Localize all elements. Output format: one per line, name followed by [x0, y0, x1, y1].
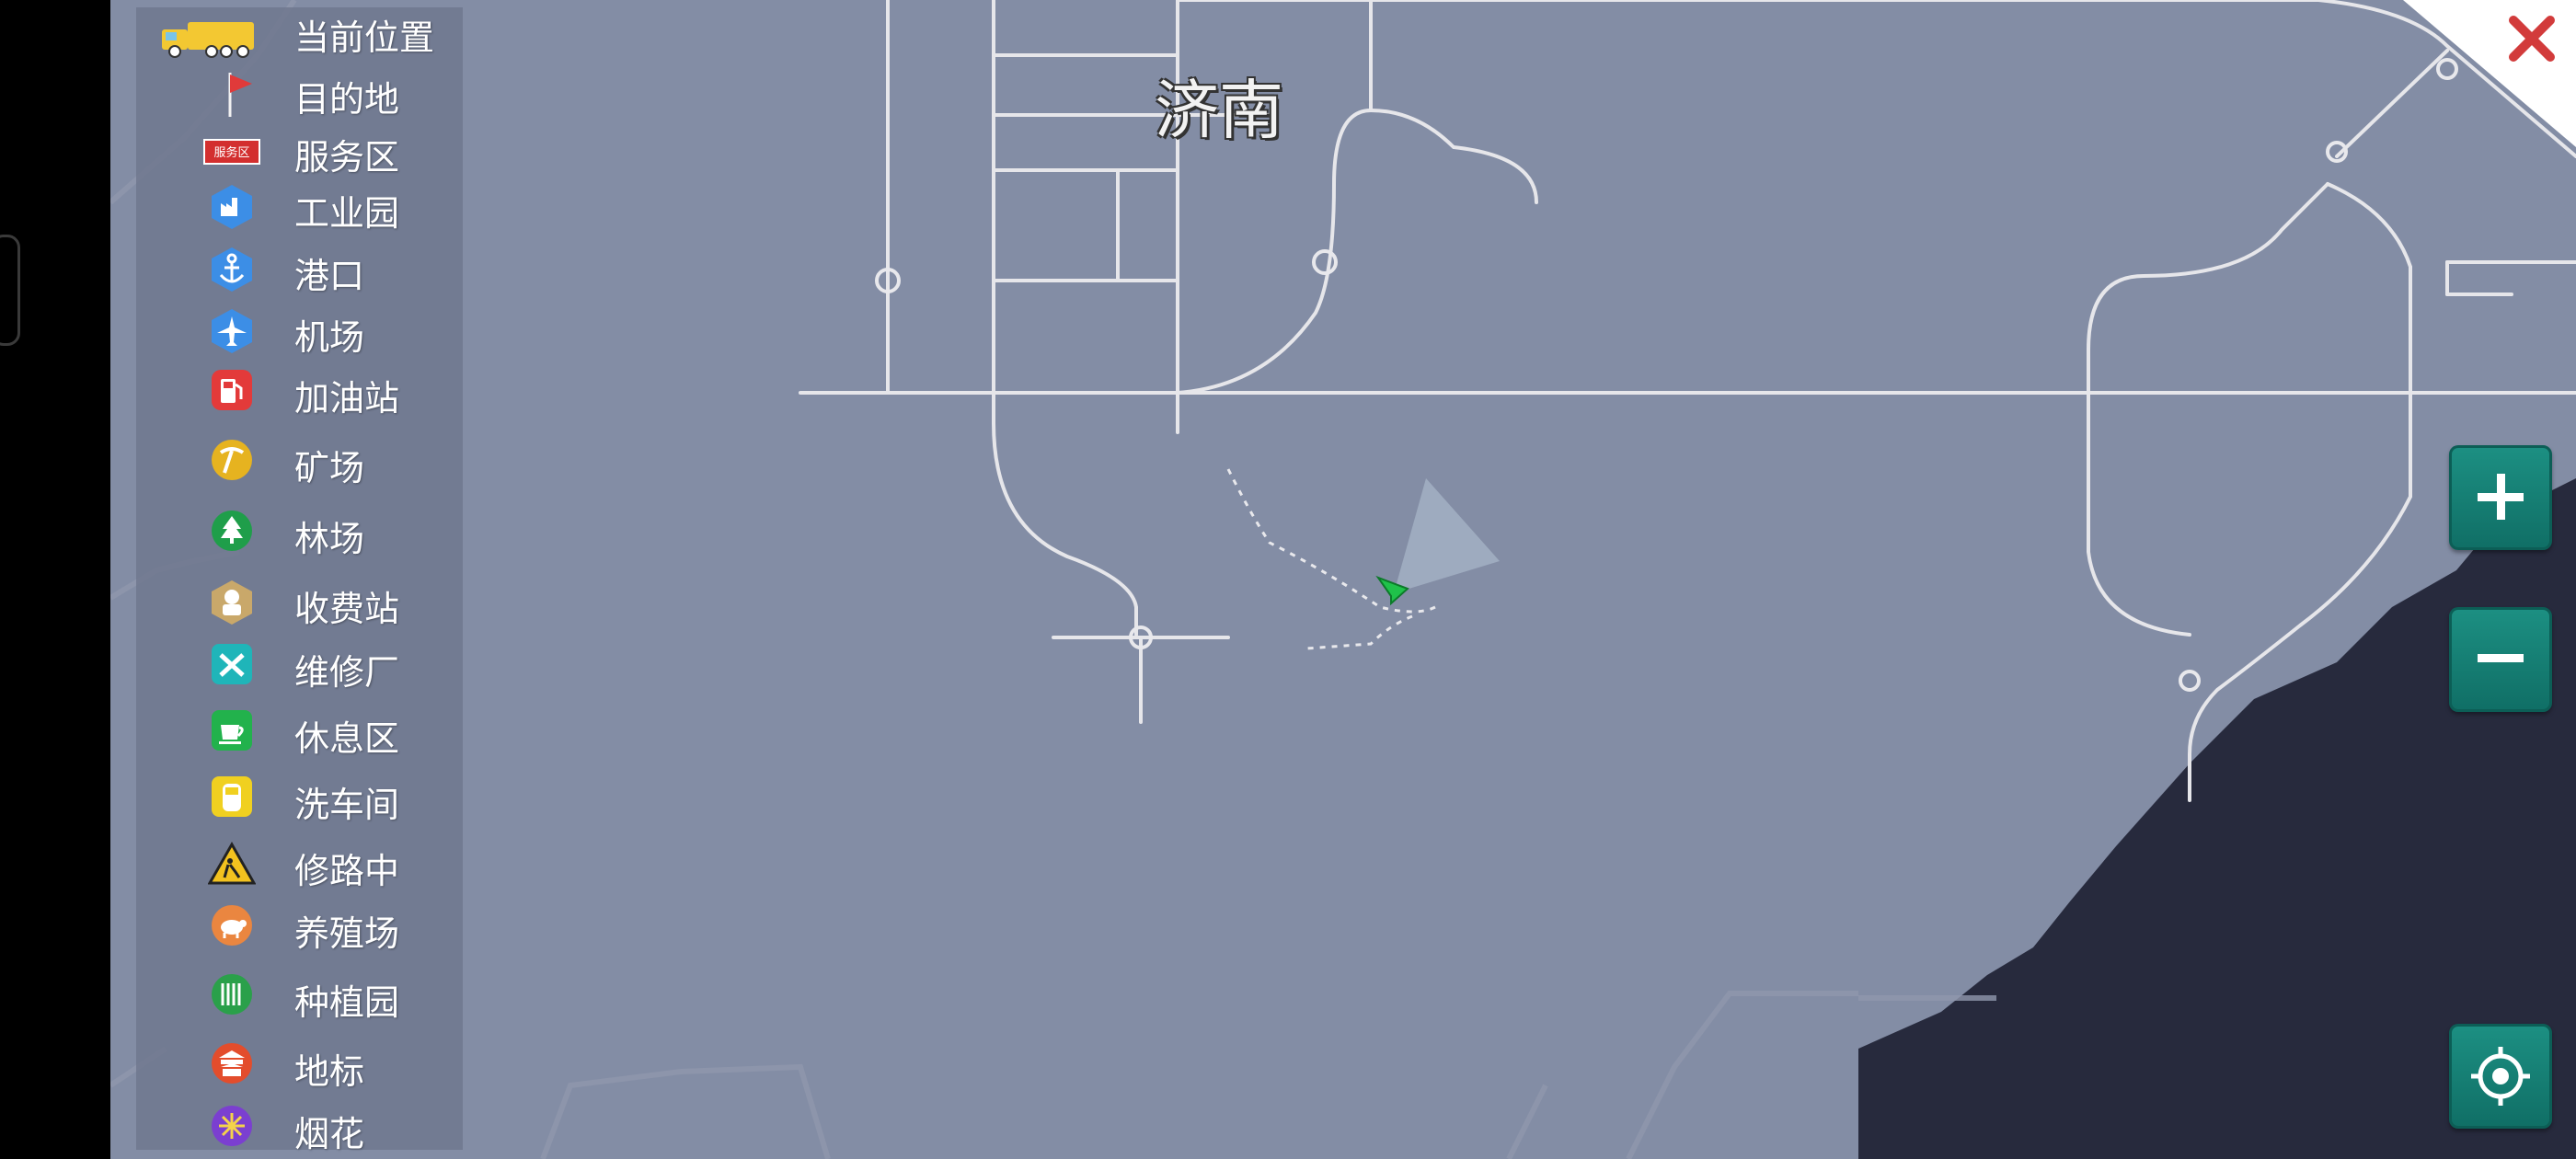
legend-item-service-area: 服务区 服务区	[136, 123, 463, 178]
legend-item-road-work: 修路中	[136, 837, 463, 892]
legend-label: 地标	[294, 1051, 365, 1092]
legend-label: 烟花	[294, 1114, 365, 1154]
fuel-pump-icon	[208, 368, 256, 416]
map-canvas	[110, 0, 2576, 1159]
zoom-in-button[interactable]	[2449, 445, 2552, 550]
legend-label: 当前位置	[294, 17, 435, 58]
zoom-out-button[interactable]	[2449, 607, 2552, 712]
legend-label: 工业园	[294, 193, 400, 234]
legend-label: 机场	[294, 317, 365, 358]
legend-item-plantation: 种植园	[136, 969, 463, 1024]
legend-label: 矿场	[294, 448, 365, 488]
svg-text:服务区: 服务区	[213, 145, 249, 160]
map-view[interactable]: 济南	[110, 0, 2576, 1159]
locate-icon	[2471, 1047, 2530, 1106]
flag-icon	[208, 69, 256, 117]
legend-item-current-position: 当前位置	[136, 9, 463, 64]
wrench-icon	[208, 642, 256, 690]
legend-label: 休息区	[294, 718, 400, 759]
locate-button[interactable]	[2449, 1024, 2552, 1129]
city-label: 济南	[1155, 73, 1283, 148]
legend-label: 养殖场	[294, 913, 400, 954]
close-icon	[2403, 0, 2576, 147]
legend-label: 洗车间	[294, 785, 400, 825]
car-wash-icon	[208, 775, 256, 822]
legend-item-toll-station: 收费站	[136, 575, 463, 630]
legend-label: 目的地	[294, 79, 400, 120]
legend-item-gas-station: 加油站	[136, 364, 463, 419]
legend-item-livestock-farm: 养殖场	[136, 900, 463, 955]
legend-item-airport: 机场	[136, 304, 463, 359]
airplane-icon	[208, 307, 256, 355]
legend-item-industrial-park: 工业园	[136, 179, 463, 235]
map-legend: 当前位置 目的地 服务区 服务区 工业园 港口 机场 加油站 矿场 林场 收费站…	[136, 7, 463, 1154]
anchor-icon	[208, 246, 256, 293]
legend-label: 港口	[294, 256, 365, 296]
plus-icon	[2478, 474, 2524, 520]
road-work-icon	[207, 841, 257, 889]
minus-icon	[2478, 654, 2524, 662]
screen-left-edge	[0, 0, 110, 1159]
legend-label: 收费站	[294, 589, 400, 629]
coffee-cup-icon	[208, 708, 256, 756]
legend-label: 维修厂	[294, 652, 400, 693]
legend-item-destination: 目的地	[136, 65, 463, 120]
legend-label: 林场	[294, 519, 365, 559]
legend-item-port: 港口	[136, 242, 463, 297]
junction-markers	[875, 58, 2458, 692]
truck-icon	[156, 13, 258, 61]
legend-label: 修路中	[294, 851, 400, 891]
crop-icon	[208, 972, 256, 1020]
legend-item-forest: 林场	[136, 505, 463, 560]
legend-item-landmark: 地标	[136, 1038, 463, 1093]
factory-icon	[208, 183, 256, 231]
legend-item-car-wash: 洗车间	[136, 771, 463, 826]
tree-icon	[208, 509, 256, 557]
service-area-sign-icon: 服务区	[202, 127, 261, 175]
legend-label: 种植园	[294, 982, 400, 1023]
legend-item-mine: 矿场	[136, 434, 463, 489]
cow-icon	[208, 903, 256, 951]
heading-cone	[1394, 478, 1500, 593]
landmark-icon	[208, 1041, 256, 1089]
legend-item-rest-area: 休息区	[136, 705, 463, 760]
pickaxe-icon	[208, 438, 256, 486]
side-handle	[0, 235, 20, 346]
legend-label: 加油站	[294, 378, 400, 419]
legend-item-repair-shop: 维修厂	[136, 638, 463, 694]
close-button[interactable]	[2403, 0, 2576, 147]
fireworks-icon	[208, 1104, 256, 1152]
legend-item-fireworks: 烟花	[136, 1100, 463, 1155]
legend-label: 服务区	[294, 137, 400, 178]
toll-booth-icon	[208, 579, 256, 626]
